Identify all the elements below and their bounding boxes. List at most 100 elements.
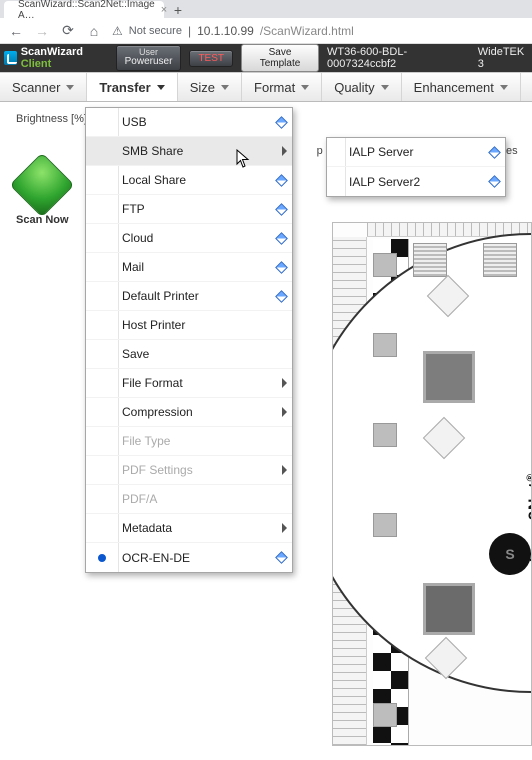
menu-transport[interactable]: Transpor [521,73,532,101]
transfer-menu-item: PDF Settings [86,456,292,485]
chevron-down-icon [157,85,165,90]
menu-scanner[interactable]: Scanner [0,73,87,101]
menu-item-label: File Format [118,376,276,390]
edit-icon[interactable] [274,205,292,214]
app-brand: ScanWizard Client [4,46,108,70]
menu-item-label: IALP Server2 [345,175,487,189]
new-tab-button[interactable]: + [170,2,186,18]
gray-swatch [423,583,475,635]
smb-menu-item[interactable]: IALP Server [327,138,505,167]
scan-now-icon [10,152,75,217]
toolbar-right: WT36-600-BDL-0007324ccbf2 WideTEK 3 [327,46,528,70]
browser-tab-title: ScanWizard::Scan2Net::Image A… [18,0,155,21]
chevron-down-icon [221,85,229,90]
brand-text: ScanWizard Client [21,46,108,70]
device-model: WideTEK 3 [478,46,528,70]
transfer-menu-item[interactable]: Default Printer [86,282,292,311]
smb-menu-item[interactable]: IALP Server2 [327,167,505,196]
transfer-menu-item[interactable]: Local Share [86,166,292,195]
menu-item-gutter [86,554,118,562]
scan-now-label: Scan Now [16,214,69,226]
submenu-arrow-icon [276,146,292,156]
edit-icon[interactable] [274,263,292,272]
menu-item-label: Save [118,347,274,361]
menu-item-label: File Type [118,434,274,448]
menu-item-label: SMB Share [118,144,276,158]
transfer-menu-item[interactable]: USB [86,108,292,137]
menu-item-label: Mail [118,260,274,274]
edit-icon[interactable] [274,553,292,562]
transfer-menu-item[interactable]: Mail [86,253,292,282]
insecure-icon: ⚠ [112,24,123,38]
mouse-cursor-icon [236,149,250,169]
menu-item-label: Metadata [118,521,276,535]
url-display[interactable]: ⚠ Not secure | 10.1.10.99/ScanWizard.htm… [112,24,524,38]
patch [413,243,447,277]
menu-item-label: Default Printer [118,289,274,303]
transfer-menu-item[interactable]: Host Printer [86,311,292,340]
device-id: WT36-600-BDL-0007324ccbf2 [327,46,462,70]
user-label-bottom: Poweruser [125,57,173,68]
transfer-menu-item: PDF/A [86,485,292,514]
browser-address-bar: ← → ⟳ ⌂ ⚠ Not secure | 10.1.10.99/ScanWi… [0,18,532,44]
menu-item-label: PDF/A [118,492,274,506]
scan-now-button[interactable]: Scan Now [16,162,69,226]
menu-transfer[interactable]: Transfer [87,73,177,101]
transfer-menu-item[interactable]: OCR-EN-DE [86,543,292,572]
app-toolbar: ScanWizard Client User Poweruser TEST Sa… [0,44,532,72]
transfer-menu-item[interactable]: Save [86,340,292,369]
edit-icon[interactable] [274,118,292,127]
test-button[interactable]: TEST [189,50,233,67]
menu-item-label: FTP [118,202,274,216]
transfer-menu-item[interactable]: Cloud [86,224,292,253]
back-icon[interactable]: ← [8,23,24,39]
close-tab-icon[interactable]: × [161,4,167,16]
chevron-down-icon [301,85,309,90]
scan-preview[interactable]: Scan2Net® S [332,222,532,746]
menu-size[interactable]: Size [178,73,242,101]
gray-swatch [423,351,475,403]
menu-quality[interactable]: Quality [322,73,401,101]
chevron-down-icon [381,85,389,90]
transfer-menu-item[interactable]: SMB Share [86,137,292,166]
home-icon[interactable]: ⌂ [86,23,102,39]
transfer-menu-item[interactable]: FTP [86,195,292,224]
submenu-arrow-icon [276,523,292,533]
reload-icon[interactable]: ⟳ [60,23,76,39]
menu-item-label: IALP Server [345,145,487,159]
chevron-down-icon [500,85,508,90]
edit-icon[interactable] [274,292,292,301]
edit-icon[interactable] [487,148,505,157]
menu-item-label: Local Share [118,173,274,187]
patch [373,253,397,277]
patch [373,703,397,727]
patch [373,333,397,357]
menu-enhancement[interactable]: Enhancement [402,73,521,101]
menu-bar: Scanner Transfer Size Format Quality Enh… [0,72,532,102]
smb-share-submenu: IALP Server IALP Server2 [326,137,506,197]
save-template-button[interactable]: Save Template [241,44,319,72]
radio-selected-icon [98,554,106,562]
submenu-arrow-icon [276,407,292,417]
transfer-menu-item[interactable]: Metadata [86,514,292,543]
menu-format[interactable]: Format [242,73,322,101]
brand-logo-icon [4,51,17,65]
menu-item-label: USB [118,115,274,129]
transfer-menu-item: File Type [86,427,292,456]
logo-dot: S [489,533,531,575]
transfer-menu-item[interactable]: File Format [86,369,292,398]
patch [483,243,517,277]
forward-icon: → [34,23,50,39]
chevron-down-icon [66,85,74,90]
url-path: /ScanWizard.html [260,24,354,38]
edit-icon[interactable] [274,234,292,243]
transfer-menu-item[interactable]: Compression [86,398,292,427]
user-button[interactable]: User Poweruser [116,45,182,71]
menu-item-label: Compression [118,405,276,419]
submenu-arrow-icon [276,378,292,388]
edit-icon[interactable] [274,176,292,185]
edit-icon[interactable] [487,177,505,186]
security-label: Not secure [129,25,182,37]
menu-item-label: PDF Settings [118,463,276,477]
browser-tab[interactable]: ScanWizard::Scan2Net::Image A… × [4,1,164,18]
